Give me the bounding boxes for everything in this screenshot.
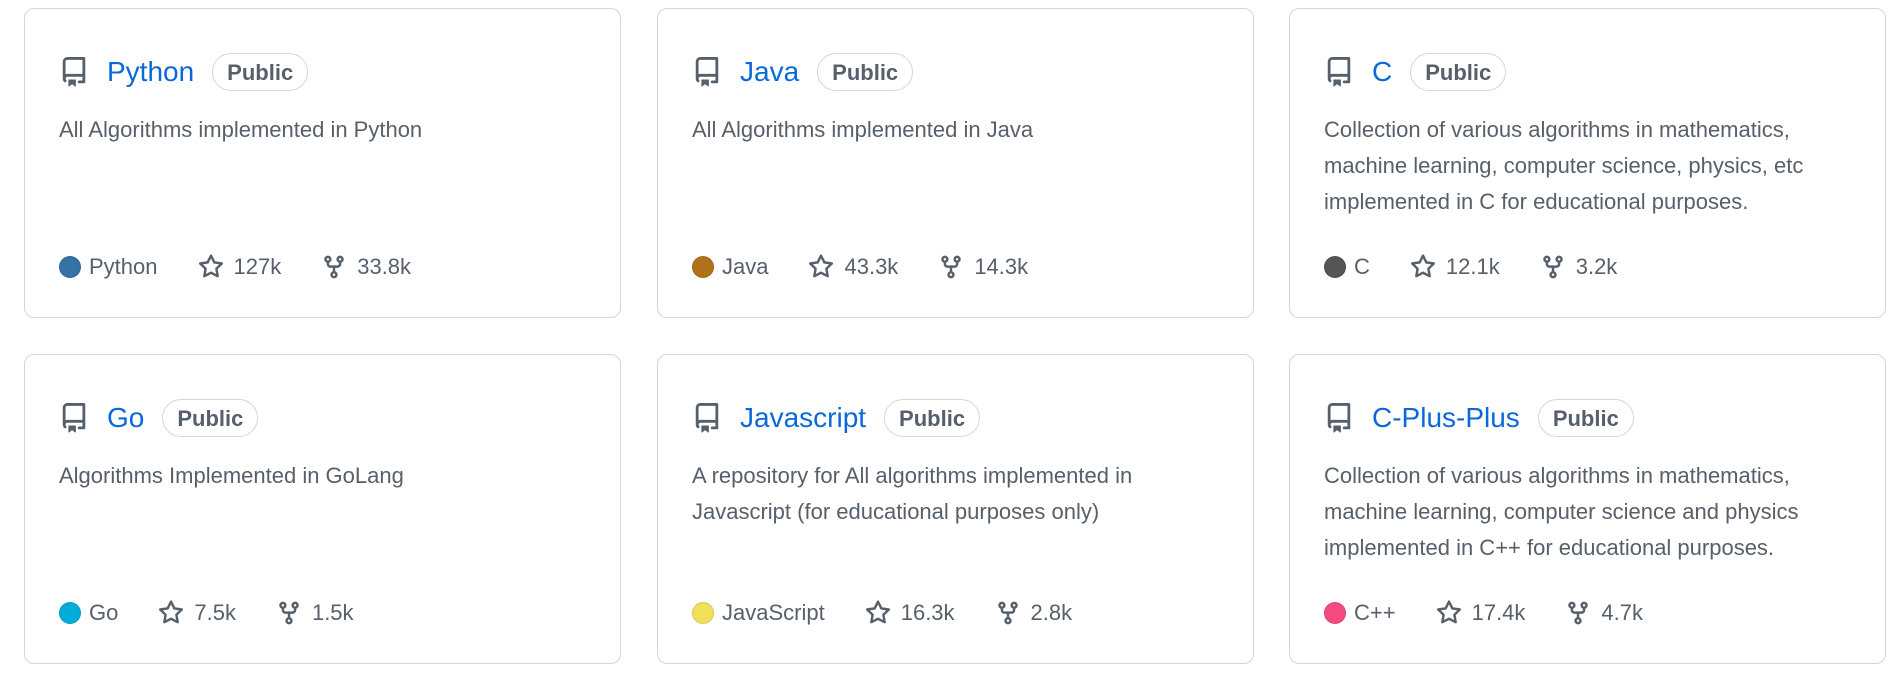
repo-name-link[interactable]: Java [740, 52, 799, 92]
fork-count: 2.8k [1030, 600, 1073, 625]
stargazers-link[interactable]: 7.5k [158, 600, 236, 626]
repo-language: Python [59, 254, 158, 280]
visibility-badge: Public [162, 399, 259, 437]
repo-card: C-Plus-Plus Public Collection of various… [1289, 354, 1886, 664]
language-color-dot [692, 602, 714, 624]
repo-card-header: C Public [1324, 52, 1507, 92]
fork-icon [941, 255, 962, 279]
pinned-repositories: Python Public All Algorithms implemented… [0, 0, 1901, 696]
repo-card: Python Public All Algorithms implemented… [24, 8, 621, 318]
fork-icon [279, 601, 299, 625]
forks-link[interactable]: 14.3k [938, 254, 1028, 280]
repo-icon [1324, 57, 1354, 87]
language-color-dot [692, 256, 714, 278]
star-count: 7.5k [194, 600, 236, 625]
repo-meta: Python 127k 33.8k [59, 251, 451, 283]
stargazers-link[interactable]: 127k [198, 254, 282, 280]
star-count: 16.3k [900, 600, 955, 625]
visibility-badge: Public [884, 399, 981, 437]
visibility-badge: Public [817, 53, 914, 91]
repo-card-header: Python Public [59, 52, 309, 92]
language-color-dot [1324, 602, 1346, 624]
language-label: JavaScript [722, 600, 825, 625]
fork-count: 33.8k [357, 254, 412, 279]
fork-count: 4.7k [1601, 600, 1644, 625]
repo-language: Java [692, 254, 768, 280]
forks-link[interactable]: 3.2k [1540, 254, 1618, 280]
repo-card: Javascript Public A repository for All a… [657, 354, 1254, 664]
language-color-dot [1324, 256, 1346, 278]
fork-count: 1.5k [311, 600, 354, 625]
forks-link[interactable]: 2.8k [995, 600, 1073, 626]
language-color-dot [59, 256, 81, 278]
star-count: 43.3k [844, 254, 899, 279]
repo-description: Collection of various algorithms in math… [1324, 463, 1799, 560]
repo-description: All Algorithms implemented in Python [59, 117, 423, 142]
repo-language: JavaScript [692, 600, 825, 626]
repo-icon [692, 57, 722, 87]
repo-icon [59, 403, 89, 433]
star-count: 12.1k [1445, 254, 1500, 279]
repo-icon [1324, 403, 1354, 433]
language-label: Python [89, 254, 158, 279]
visibility-badge: Public [1410, 53, 1507, 91]
stargazers-link[interactable]: 12.1k [1410, 254, 1500, 280]
visibility-badge: Public [212, 53, 309, 91]
repo-description: A repository for All algorithms implemen… [692, 463, 1133, 524]
star-icon [865, 600, 890, 624]
repo-meta: JavaScript 16.3k 2.8k [692, 597, 1112, 629]
repo-card: C Public Collection of various algorithm… [1289, 8, 1886, 318]
stargazers-link[interactable]: 43.3k [808, 254, 898, 280]
language-label: Go [89, 600, 119, 625]
repo-name-link[interactable]: C-Plus-Plus [1372, 398, 1520, 438]
forks-link[interactable]: 33.8k [321, 254, 411, 280]
visibility-badge: Public [1537, 399, 1634, 437]
repo-meta: C 12.1k 3.2k [1324, 251, 1657, 283]
star-icon [1436, 600, 1461, 624]
repo-icon [59, 57, 89, 87]
fork-count: 3.2k [1575, 254, 1618, 279]
repo-language: C [1324, 254, 1370, 280]
star-icon [159, 600, 184, 624]
language-label: C [1354, 254, 1370, 279]
language-label: Java [722, 254, 769, 279]
fork-icon [1542, 255, 1563, 279]
repo-name-link[interactable]: Javascript [740, 398, 866, 438]
repo-description: Algorithms Implemented in GoLang [59, 463, 404, 488]
repo-meta: C++ 17.4k 4.7k [1324, 597, 1683, 629]
repo-card-header: Java Public [692, 52, 914, 92]
fork-icon [1568, 601, 1589, 625]
star-icon [198, 254, 223, 278]
language-color-dot [59, 602, 81, 624]
repo-card: Java Public All Algorithms implemented i… [657, 8, 1254, 318]
stargazers-link[interactable]: 16.3k [865, 600, 955, 626]
repo-meta: Java 43.3k 14.3k [692, 251, 1068, 283]
repo-card-header: C-Plus-Plus Public [1324, 398, 1634, 438]
language-label: C++ [1354, 600, 1396, 625]
star-icon [1410, 254, 1435, 278]
repo-name-link[interactable]: Python [107, 52, 194, 92]
star-icon [809, 254, 834, 278]
repo-name-link[interactable]: Go [107, 398, 144, 438]
star-count: 17.4k [1471, 600, 1526, 625]
repo-card-header: Go Public [59, 398, 259, 438]
fork-count: 14.3k [974, 254, 1029, 279]
forks-link[interactable]: 1.5k [276, 600, 354, 626]
repo-icon [692, 403, 722, 433]
repo-description: Collection of various algorithms in math… [1324, 117, 1804, 214]
fork-icon [324, 255, 344, 279]
repo-description: All Algorithms implemented in Java [692, 117, 1034, 142]
forks-link[interactable]: 4.7k [1565, 600, 1643, 626]
stargazers-link[interactable]: 17.4k [1436, 600, 1526, 626]
repo-card-header: Javascript Public [692, 398, 981, 438]
repo-language: C++ [1324, 600, 1396, 626]
repo-name-link[interactable]: C [1372, 52, 1392, 92]
repo-card: Go Public Algorithms Implemented in GoLa… [24, 354, 621, 664]
fork-icon [997, 601, 1018, 625]
star-count: 127k [233, 254, 282, 279]
repo-language: Go [59, 600, 118, 626]
repo-meta: Go 7.5k 1.5k [59, 597, 394, 629]
